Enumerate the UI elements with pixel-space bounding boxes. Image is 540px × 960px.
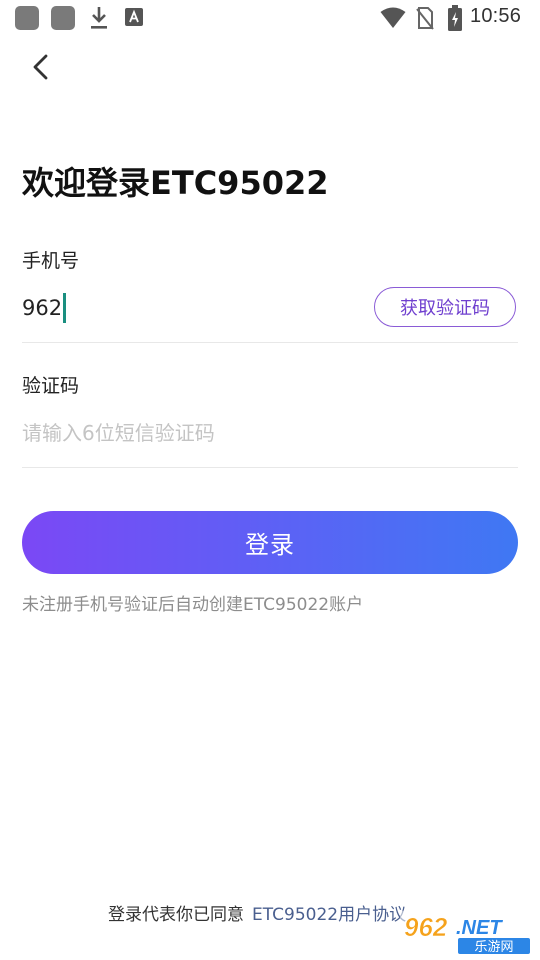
app-icon — [51, 6, 75, 30]
svg-text:.NET: .NET — [456, 917, 503, 939]
text-caret — [63, 293, 67, 323]
battery-charging-icon — [448, 5, 462, 31]
divider — [22, 342, 518, 343]
agreement-prefix: 登录代表你已同意 — [108, 905, 244, 925]
user-agreement-link[interactable]: ETC95022用户协议 — [252, 905, 406, 925]
login-button[interactable]: 登录 — [22, 511, 518, 574]
status-bar: 10:56 — [0, 0, 540, 36]
no-sim-icon — [416, 7, 434, 30]
register-hint: 未注册手机号验证后自动创建ETC95022账户 — [22, 595, 364, 615]
phone-input-value: 962 — [22, 296, 63, 320]
a-icon — [125, 8, 143, 26]
download-icon — [91, 7, 107, 29]
phone-label: 手机号 — [22, 250, 80, 272]
divider — [22, 467, 518, 468]
page-title: 欢迎登录ETC95022 — [22, 164, 329, 202]
svg-text:乐游网: 乐游网 — [474, 940, 513, 955]
get-code-button[interactable]: 获取验证码 — [374, 287, 516, 327]
phone-input[interactable]: 962 — [22, 293, 67, 323]
chevron-left-icon[interactable] — [28, 52, 54, 82]
app-icon — [15, 6, 39, 30]
watermark-logo: 962 .NET 乐游网 — [400, 910, 534, 955]
svg-text:962: 962 — [404, 912, 448, 942]
code-label: 验证码 — [22, 375, 80, 397]
agreement-text: 登录代表你已同意 ETC95022用户协议 — [108, 900, 406, 925]
code-input[interactable] — [22, 416, 518, 450]
wifi-icon — [380, 7, 406, 28]
status-time: 10:56 — [470, 5, 522, 27]
